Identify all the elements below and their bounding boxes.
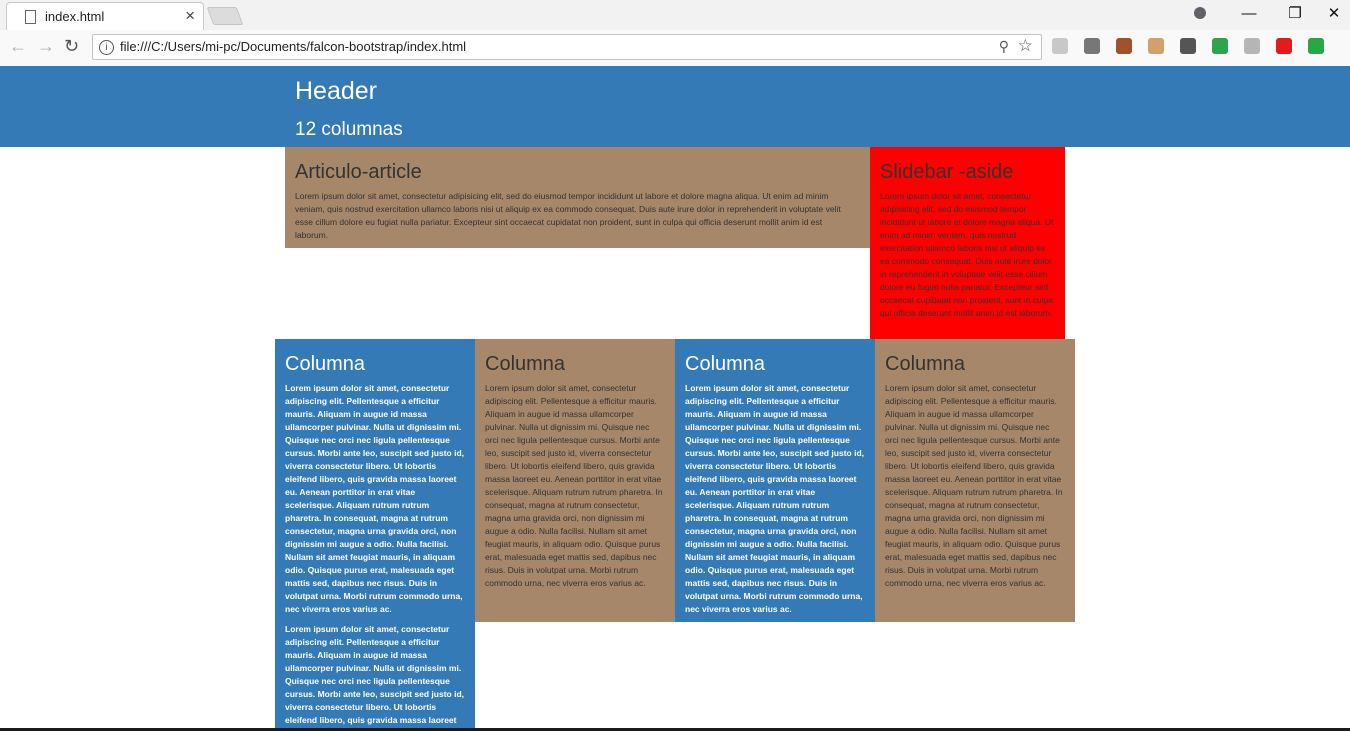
eyedropper-extension-icon[interactable] (1116, 38, 1132, 54)
column-text: Lorem ipsum dolor sit amet, consectetur … (885, 383, 1063, 588)
column-title: Columna (685, 353, 766, 375)
site-info-icon[interactable]: i (99, 40, 114, 55)
column-text: Lorem ipsum dolor sit amet, consectetur … (685, 383, 865, 614)
reload-icon[interactable]: ↻ (64, 36, 79, 57)
tab-close-icon[interactable]: × (185, 6, 195, 26)
aside-block: Slidebar -aside Lorem ipsum dolor sit am… (870, 147, 1065, 339)
layers-extension-icon[interactable] (1084, 38, 1100, 54)
tab-strip: index.html × — ❐ ✕ (0, 0, 1350, 31)
browser-tab[interactable]: index.html × (6, 2, 204, 31)
aside-text: Lorem ipsum dolor sit amet, consectetur … (880, 191, 1054, 318)
zoom-icon[interactable]: ⚲ (999, 38, 1009, 55)
article-block: Articulo-article Lorem ipsum dolor sit a… (285, 147, 870, 248)
restore-button[interactable]: ❐ (1272, 0, 1318, 30)
column-title: Columna (485, 353, 566, 375)
header-subtitle: 12 columnas (295, 119, 403, 140)
page-header: Header 12 columnas (0, 66, 1350, 147)
column-text-continued: Lorem ipsum dolor sit amet, consectetur … (285, 624, 465, 725)
article-title: Articulo-article (295, 161, 422, 183)
article-text: Lorem ipsum dolor sit amet, consectetur … (295, 191, 841, 240)
address-bar[interactable]: i file:///C:/Users/mi-pc/Documents/falco… (92, 34, 1042, 60)
column-title: Columna (885, 353, 966, 375)
forward-icon[interactable]: → (37, 36, 55, 57)
column-2: Columna Lorem ipsum dolor sit amet, cons… (475, 339, 675, 622)
window-close-button[interactable]: ✕ (1318, 0, 1350, 30)
back-icon[interactable]: ← (9, 36, 27, 57)
bookmark-star-icon[interactable]: ☆ (1018, 36, 1033, 56)
header-title: Header (295, 77, 377, 105)
k-extension-icon[interactable] (1244, 38, 1260, 54)
page-icon (25, 10, 36, 24)
pdf-extension-icon[interactable] (1052, 38, 1068, 54)
url-text[interactable]: file:///C:/Users/mi-pc/Documents/falcon-… (120, 39, 466, 54)
user-profile-icon[interactable] (1194, 7, 1206, 19)
column-3: Columna Lorem ipsum dolor sit amet, cons… (675, 339, 875, 622)
move-extension-icon[interactable] (1180, 38, 1196, 54)
column-text: Lorem ipsum dolor sit amet, consectetur … (485, 383, 663, 588)
green-circle-extension-icon[interactable] (1308, 38, 1324, 54)
ruler-extension-icon[interactable] (1148, 38, 1164, 54)
opera-extension-icon[interactable] (1276, 38, 1292, 54)
minimize-button[interactable]: — (1226, 0, 1272, 30)
tab-title: index.html (45, 9, 105, 24)
column-title: Columna (285, 353, 366, 375)
column-text: Lorem ipsum dolor sit amet, consectetur … (285, 383, 465, 614)
aside-title: Slidebar -aside (880, 161, 1014, 183)
evernote-extension-icon[interactable] (1212, 38, 1228, 54)
column-1: Columna Lorem ipsum dolor sit amet, cons… (275, 339, 475, 728)
column-4: Columna Lorem ipsum dolor sit amet, cons… (875, 339, 1075, 622)
new-tab-button[interactable] (206, 7, 244, 25)
